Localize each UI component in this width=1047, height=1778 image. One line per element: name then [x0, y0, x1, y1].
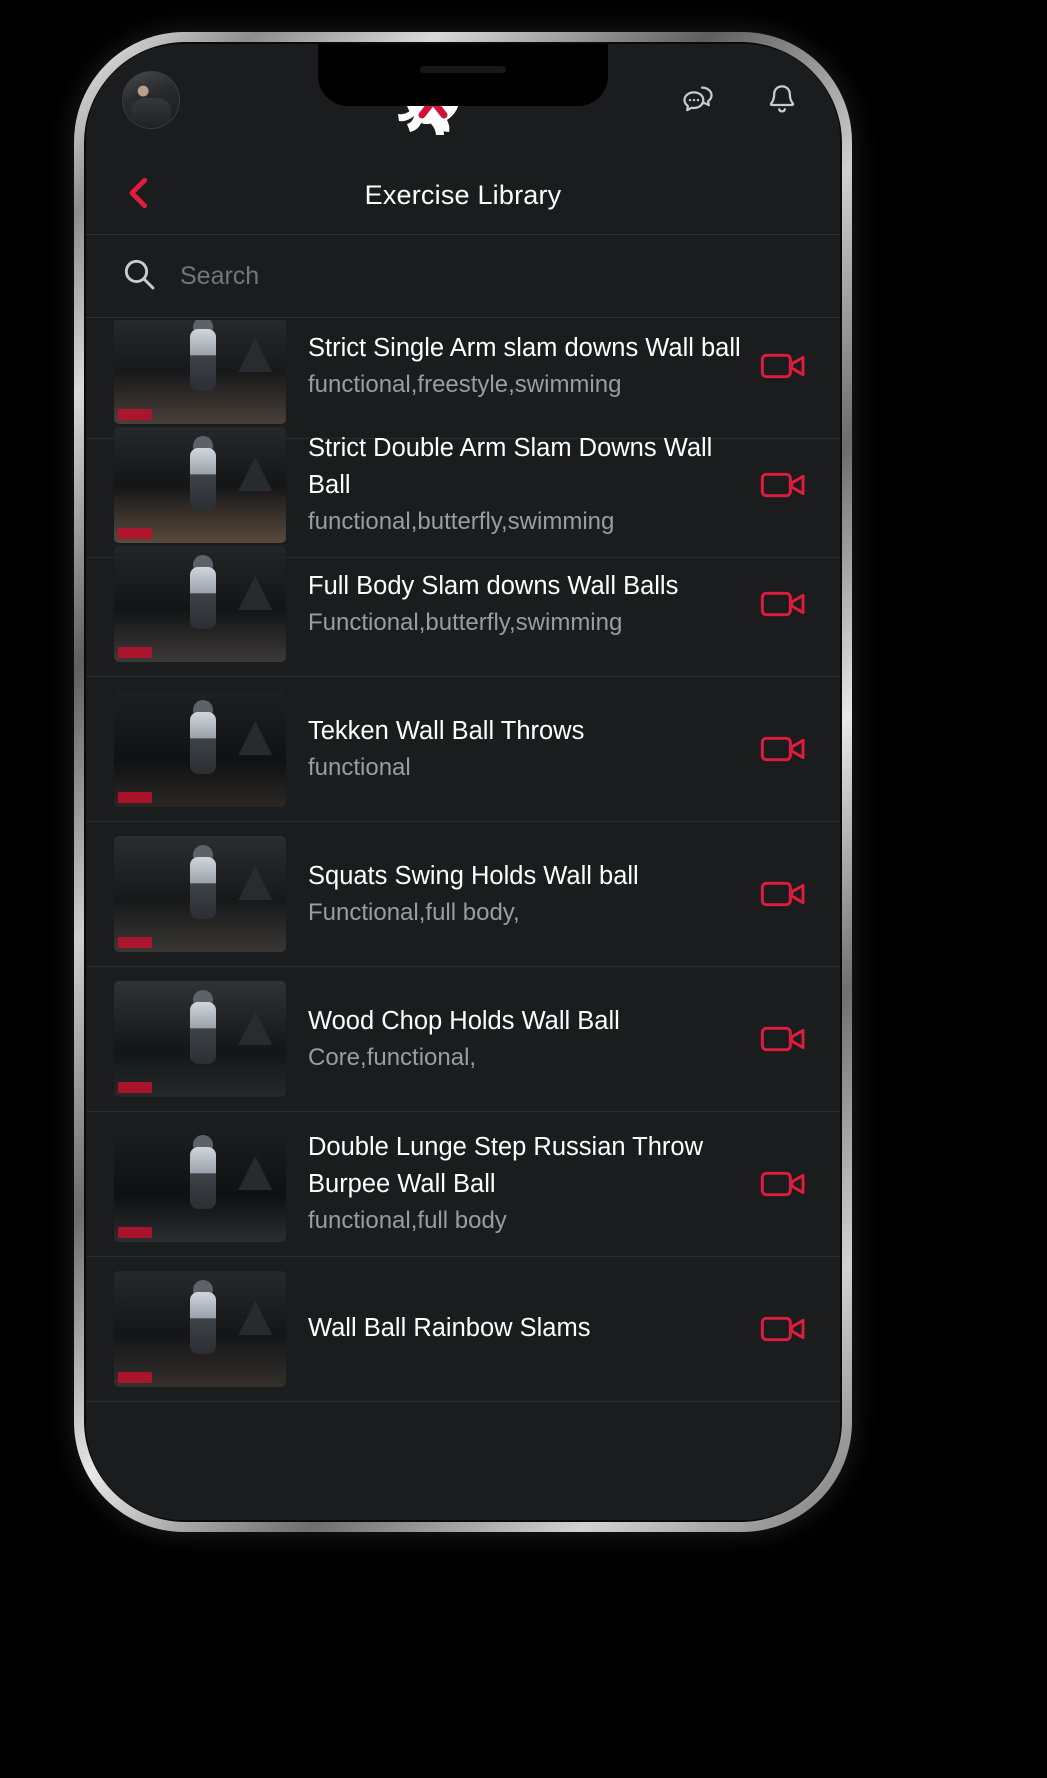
notch-speaker	[420, 66, 506, 73]
exercise-title: Full Body Slam downs Wall Balls	[308, 571, 679, 600]
exercise-thumbnail	[114, 691, 286, 807]
top-bar-icons	[676, 78, 804, 122]
exercise-meta: Wall Ball Rainbow Slams	[286, 1310, 756, 1348]
exercise-tags: functional,freestyle,swimming	[308, 370, 622, 398]
exercise-title: Wood Chop Holds Wall Ball	[308, 1006, 620, 1035]
list-item[interactable]: Strict Double Arm Slam Downs Wall Ball f…	[86, 413, 840, 558]
bell-icon[interactable]	[760, 78, 804, 122]
exercise-tags: Functional,butterfly,swimming	[308, 608, 623, 636]
list-item[interactable]: Full Body Slam downs Wall Balls Function…	[86, 532, 840, 677]
exercise-meta: Full Body Slam downs Wall Balls Function…	[286, 568, 756, 641]
list-item[interactable]: Tekken Wall Ball Throws functional	[86, 677, 840, 822]
search-bar[interactable]	[86, 234, 840, 318]
exercise-meta: Strict Single Arm slam downs Wall ball f…	[286, 330, 756, 403]
video-camera-icon[interactable]	[756, 1019, 810, 1059]
app-container: Exercise Library Search Strict Single Ar…	[86, 44, 840, 1520]
exercise-meta: Wood Chop Holds Wall Ball Core,functiona…	[286, 1003, 756, 1076]
video-camera-icon[interactable]	[756, 465, 810, 505]
phone-notch	[318, 44, 608, 106]
exercise-title: Double Lunge Step Russian Throw Burpee W…	[308, 1133, 704, 1198]
chat-bubbles-icon[interactable]	[676, 78, 720, 122]
video-camera-icon[interactable]	[756, 584, 810, 624]
search-icon	[120, 255, 158, 298]
user-avatar[interactable]	[122, 71, 180, 129]
video-camera-icon[interactable]	[756, 1309, 810, 1349]
video-camera-icon[interactable]	[756, 874, 810, 914]
exercise-tags: Core,functional,	[308, 1043, 477, 1071]
exercise-thumbnail	[114, 1126, 286, 1242]
list-item[interactable]: Squats Swing Holds Wall ball Functional,…	[86, 822, 840, 967]
list-item[interactable]: Wood Chop Holds Wall Ball Core,functiona…	[86, 967, 840, 1112]
screenshot-root: Exercise Library Search Strict Single Ar…	[0, 0, 1047, 1778]
exercise-thumbnail	[114, 836, 286, 952]
exercise-title: Wall Ball Rainbow Slams	[308, 1313, 591, 1342]
exercise-title: Strict Single Arm slam downs Wall ball	[308, 333, 741, 362]
exercise-title: Strict Double Arm Slam Downs Wall Ball	[308, 434, 713, 499]
exercise-title: Tekken Wall Ball Throws	[308, 716, 585, 745]
phone-screen: Exercise Library Search Strict Single Ar…	[86, 44, 840, 1520]
page-title-bar: Exercise Library	[86, 156, 840, 234]
search-input[interactable]	[180, 261, 806, 291]
exercise-tags: Functional,full body,	[308, 898, 520, 926]
exercise-tags: functional	[308, 753, 411, 781]
exercise-tags: functional,full body	[308, 1206, 507, 1234]
exercise-thumbnail	[114, 546, 286, 662]
exercise-meta: Strict Double Arm Slam Downs Wall Ball f…	[286, 430, 756, 539]
exercise-tags: functional,butterfly,swimming	[308, 507, 615, 535]
exercise-thumbnail	[114, 1271, 286, 1387]
list-item[interactable]: Wall Ball Rainbow Slams	[86, 1257, 840, 1402]
exercise-thumbnail	[114, 320, 286, 424]
video-camera-icon[interactable]	[756, 729, 810, 769]
exercise-meta: Squats Swing Holds Wall ball Functional,…	[286, 858, 756, 931]
exercise-title: Squats Swing Holds Wall ball	[308, 861, 639, 890]
exercise-thumbnail	[114, 427, 286, 543]
video-camera-icon[interactable]	[756, 1164, 810, 1204]
page-title: Exercise Library	[364, 179, 562, 210]
exercise-thumbnail	[114, 981, 286, 1097]
exercise-meta: Tekken Wall Ball Throws functional	[286, 713, 756, 786]
video-camera-icon[interactable]	[756, 346, 810, 386]
exercise-list[interactable]: Strict Single Arm slam downs Wall ball f…	[86, 320, 840, 1520]
list-item[interactable]: Double Lunge Step Russian Throw Burpee W…	[86, 1112, 840, 1257]
exercise-meta: Double Lunge Step Russian Throw Burpee W…	[286, 1129, 756, 1238]
